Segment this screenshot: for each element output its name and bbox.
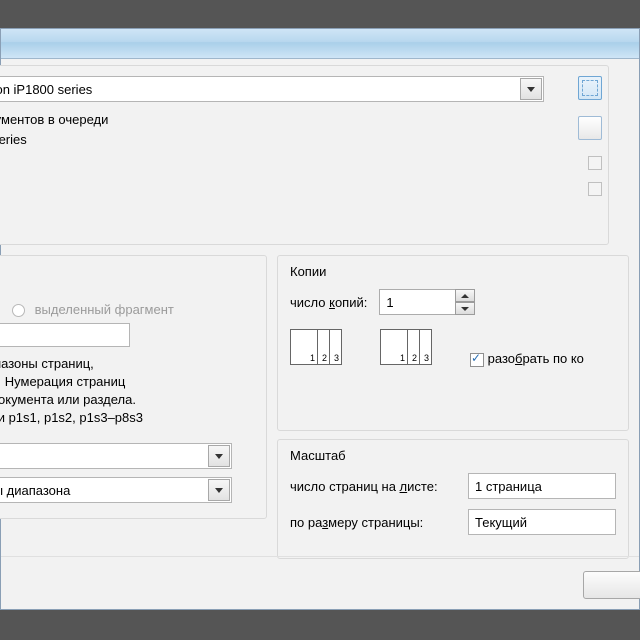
hint-line: 2 или p1s1, p1s2, p1s3–p8s3	[0, 409, 256, 427]
pages-per-sheet-value: 1 страница	[475, 479, 542, 494]
spinner-down-icon[interactable]	[455, 302, 475, 315]
side-button-2[interactable]	[578, 116, 602, 140]
collate-checkbox[interactable]: разобрать по ко	[470, 351, 584, 367]
printer-panel: anon iP1800 series документов в очереди …	[0, 65, 609, 245]
range-combo-2-value: ицы диапазона	[0, 483, 70, 498]
page-range-input[interactable]	[0, 323, 130, 347]
copies-group-title: Копии	[290, 264, 616, 279]
printer-status-line: документов в очереди	[0, 110, 596, 130]
printer-select-dropdown-icon[interactable]	[520, 78, 542, 100]
copies-panel: Копии число копий: 1 3 2 1	[277, 255, 629, 431]
range-combo-1[interactable]	[0, 443, 232, 469]
fit-to-page-value: Текущий	[475, 515, 527, 530]
dialog-content: anon iP1800 series документов в очереди …	[1, 59, 639, 609]
bottom-button[interactable]	[583, 571, 640, 599]
scale-group-title: Масштаб	[290, 448, 616, 463]
selection-radio	[12, 304, 25, 317]
dialog-window: anon iP1800 series документов в очереди …	[0, 28, 640, 610]
collate-label: разобрать по ко	[488, 351, 584, 366]
printer-select-value: anon iP1800 series	[0, 82, 92, 97]
collate-illustration-2: 3 2 1	[380, 329, 450, 389]
page-range-hint: диапазоны страниц, ыми. Нумерация страни…	[0, 355, 256, 427]
copies-count-input[interactable]: 1	[379, 289, 475, 315]
hint-line: диапазоны страниц,	[0, 355, 256, 373]
copies-count-label: число копий:	[290, 295, 367, 310]
copies-count-value: 1	[386, 295, 393, 310]
side-button-1[interactable]	[578, 76, 602, 100]
spinner-up-icon[interactable]	[455, 289, 475, 302]
side-checkbox-1[interactable]	[588, 154, 602, 170]
printer-status-block: документов в очереди 00 series	[0, 110, 596, 150]
checkbox-icon	[470, 353, 484, 367]
chevron-down-icon[interactable]	[208, 445, 230, 467]
window-titlebar[interactable]	[1, 29, 639, 59]
selection-radio-row: выделенный фрагмент	[12, 302, 256, 317]
printer-select[interactable]: anon iP1800 series	[0, 76, 544, 102]
hint-line: ла документа или раздела.	[0, 391, 256, 409]
dashed-inner-icon	[582, 80, 598, 96]
separator	[1, 556, 639, 557]
side-checkbox-2[interactable]	[588, 180, 602, 196]
fit-to-page-select[interactable]: Текущий	[468, 509, 616, 535]
selection-radio-label: выделенный фрагмент	[35, 302, 174, 317]
printer-model-line: 00 series	[0, 130, 596, 150]
pages-per-sheet-label: число страниц на листе:	[290, 479, 458, 494]
scale-panel: Масштаб число страниц на листе: 1 страни…	[277, 439, 629, 559]
chevron-down-icon[interactable]	[208, 479, 230, 501]
fit-to-page-label: по размеру страницы:	[290, 515, 458, 530]
collate-illustration-1: 3 2 1	[290, 329, 360, 389]
range-combo-2[interactable]: ицы диапазона	[0, 477, 232, 503]
page-range-panel: выделенный фрагмент диапазоны страниц, ы…	[0, 255, 267, 519]
pages-per-sheet-select[interactable]: 1 страница	[468, 473, 616, 499]
hint-line: ыми. Нумерация страниц	[0, 373, 256, 391]
